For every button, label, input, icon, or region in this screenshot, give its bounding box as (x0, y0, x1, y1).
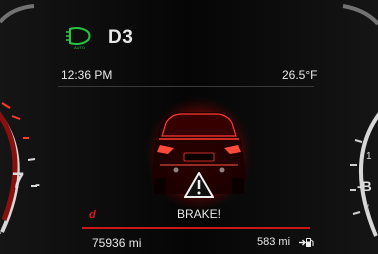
warning-triangle-icon (184, 172, 214, 198)
odometer: 75936 mi (92, 236, 142, 250)
right-gauge-small-number: 1 (366, 151, 372, 162)
red-indicator-symbol: d (89, 209, 96, 221)
outside-temperature: 26.5°F (282, 68, 318, 82)
left-gauge-dash: - (35, 176, 40, 193)
left-gauge-number: 7 (12, 168, 25, 193)
headlight-auto-label: AUTO (74, 45, 85, 50)
right-gauge-edge-mark: / (366, 204, 369, 215)
gear-indicator: D3 (108, 27, 134, 48)
warning-message: BRAKE! (177, 207, 222, 221)
top-divider (58, 86, 314, 87)
fuel-pump-icon (299, 238, 314, 247)
left-gauge-edge-mark: / (0, 226, 3, 236)
instrument-cluster: AUTO D3 12:36 PM 26.5°F BRAKE! d 75936 m… (0, 0, 378, 254)
right-gauge-letter: -B (357, 178, 372, 194)
fuel-range: 583 mi (257, 236, 291, 248)
warning-separator-line (82, 227, 310, 229)
clock-time: 12:36 PM (61, 68, 113, 82)
auto-headlight-icon: AUTO (66, 27, 91, 50)
